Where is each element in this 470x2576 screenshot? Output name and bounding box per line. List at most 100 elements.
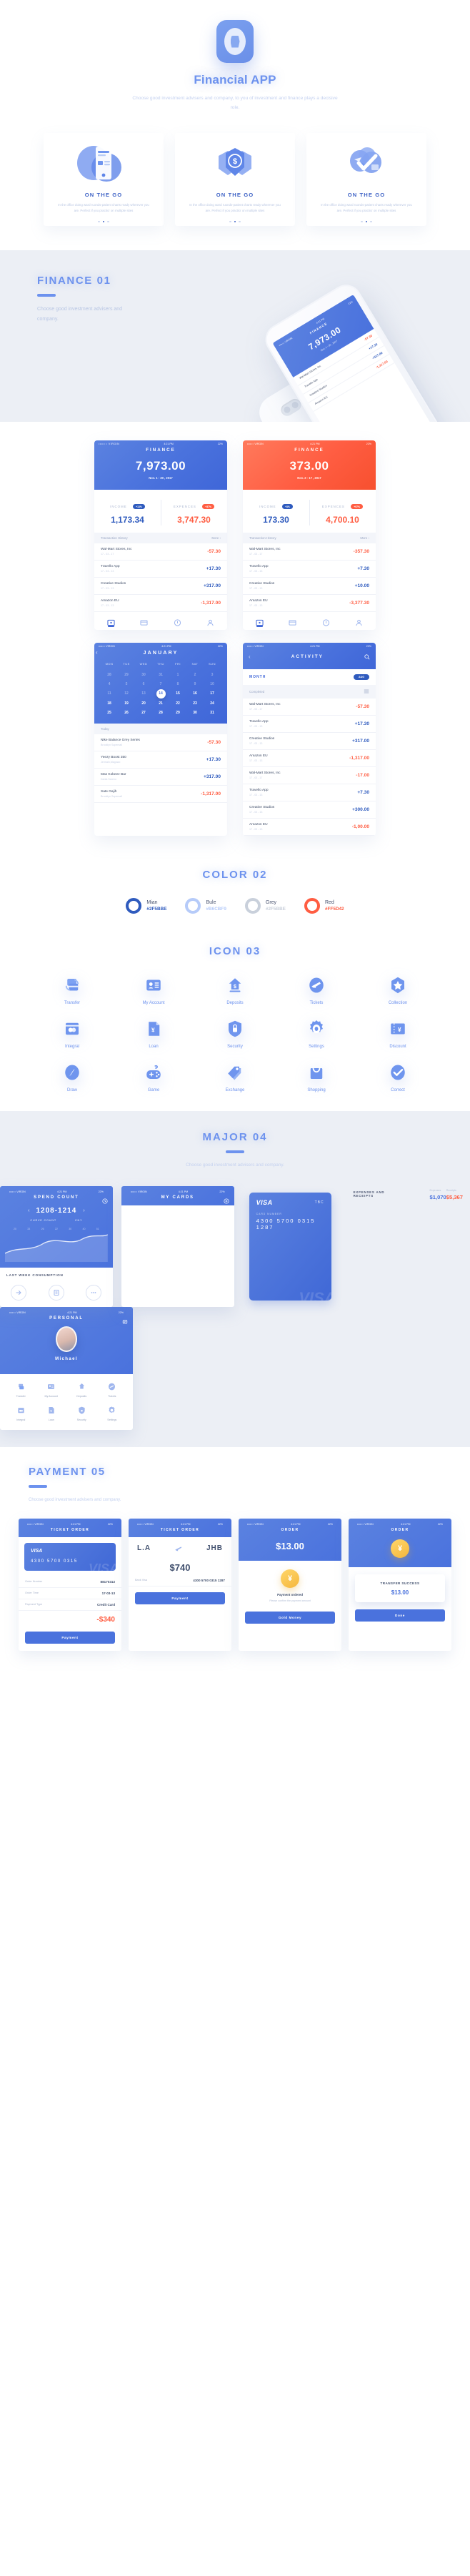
- card-icon[interactable]: [289, 617, 296, 626]
- table-row[interactable]: Amazon EU 17 - 03 - 13 -3,377.30: [243, 595, 376, 612]
- icon-cell[interactable]: Correct: [357, 1062, 439, 1092]
- icon-cell[interactable]: Game: [113, 1062, 194, 1092]
- profile-icon[interactable]: [355, 617, 363, 626]
- calendar-day[interactable]: 19: [118, 701, 135, 706]
- pagination-dots[interactable]: [361, 220, 372, 223]
- month-row[interactable]: MONTH AUG: [243, 669, 376, 685]
- pagination-dots[interactable]: [229, 220, 241, 223]
- icon-cell[interactable]: Transfer: [31, 974, 113, 1005]
- icon-cell[interactable]: Exchange: [194, 1062, 276, 1092]
- calendar-day[interactable]: 28: [101, 673, 118, 677]
- icon-cell[interactable]: Draw: [31, 1062, 113, 1092]
- calendar-day[interactable]: 31: [204, 711, 221, 715]
- icon-cell[interactable]: Shopping: [276, 1062, 357, 1092]
- calendar-day[interactable]: 21: [152, 701, 169, 706]
- list-item[interactable]: Mas Kobeez Bar Danla Sareno +317.00: [94, 769, 227, 786]
- icon-cell[interactable]: ¥ Loan: [113, 1018, 194, 1049]
- done-button[interactable]: Done: [355, 1609, 445, 1622]
- table-row[interactable]: Amazon EU 17 - 03 - 13 -1,00.00: [243, 819, 376, 836]
- color-swatch[interactable]: Mian #2F5BBE: [126, 897, 166, 914]
- calendar-day[interactable]: 8: [169, 682, 186, 686]
- icon-cell[interactable]: Security: [194, 1018, 276, 1049]
- calendar-day[interactable]: 25: [101, 711, 118, 715]
- table-row[interactable]: Creative Studios 17 - 03 - 13 +300.00: [243, 801, 376, 819]
- icon-cell[interactable]: Collection: [357, 974, 439, 1005]
- grid-item[interactable]: Tickets: [97, 1381, 128, 1398]
- onboarding-card[interactable]: $ ON THE GO In the office doing ward ruo…: [175, 132, 295, 226]
- table-row[interactable]: Amazon EU 17 - 03 - 13 -1,317.00: [243, 750, 376, 767]
- table-row[interactable]: Wal-Mart Stores, Inc 17 - 03 - 17 -57.30: [94, 543, 227, 561]
- icon-cell[interactable]: Integral: [31, 1018, 113, 1049]
- calendar-day[interactable]: 24: [204, 701, 221, 706]
- dot-active[interactable]: [234, 220, 236, 223]
- icon-cell[interactable]: Settings: [276, 1018, 357, 1049]
- calendar-day[interactable]: 5: [118, 682, 135, 686]
- action-row[interactable]: [0, 1280, 113, 1307]
- payment-button[interactable]: Payment: [135, 1592, 225, 1604]
- onboarding-card[interactable]: ON THE GO In the office doing ward ruond…: [44, 132, 164, 226]
- bill-icon[interactable]: [48, 1284, 64, 1301]
- calendar-day[interactable]: 28: [152, 711, 169, 715]
- chevron-right-icon[interactable]: ›: [83, 1208, 84, 1213]
- info-icon[interactable]: [322, 617, 330, 626]
- table-row[interactable]: Wal-Mart Stores, Inc 17 - 03 - 17 -357.30: [243, 543, 376, 561]
- more-link[interactable]: More ›: [360, 536, 369, 540]
- calendar-day[interactable]: 30: [186, 711, 204, 715]
- calendar-day-selected[interactable]: 14: [156, 689, 166, 699]
- calendar-day[interactable]: 1: [169, 673, 186, 677]
- calendar-day[interactable]: 17: [204, 691, 221, 696]
- grid-item[interactable]: ¥ Loan: [36, 1405, 67, 1421]
- dot-active[interactable]: [365, 220, 368, 223]
- calendar-day[interactable]: 10: [204, 682, 221, 686]
- grid-item[interactable]: Security: [66, 1405, 97, 1421]
- filter-icon[interactable]: [364, 689, 369, 695]
- grid-item[interactable]: Settings: [97, 1405, 128, 1421]
- add-icon[interactable]: [224, 1195, 229, 1204]
- table-row[interactable]: Creative Studios 17 - 03 - 13 +10.00: [243, 578, 376, 595]
- chevron-left-icon[interactable]: ‹: [28, 1208, 29, 1213]
- color-swatch[interactable]: Bule #B6CBF9: [185, 897, 226, 914]
- calendar-day[interactable]: 18: [101, 701, 118, 706]
- credit-card[interactable]: VISA 4300 5700 0315 VISA: [24, 1542, 116, 1571]
- calendar-day[interactable]: 29: [118, 673, 135, 677]
- calendar-day[interactable]: 23: [186, 701, 204, 706]
- list-item[interactable]: Yeezy Boost 350 Jermain,Maguwo +17.30: [94, 751, 227, 769]
- list-item[interactable]: Nike Balance Grey Series Brooklyn Supemal…: [94, 734, 227, 751]
- color-swatch[interactable]: Grey #2F5BBE: [244, 897, 286, 914]
- calendar-day[interactable]: 7: [152, 682, 169, 686]
- calendar-day[interactable]: 2: [186, 673, 204, 677]
- wallet-icon[interactable]: [256, 617, 264, 627]
- dot[interactable]: [229, 220, 231, 223]
- calendar-day[interactable]: 31: [152, 673, 169, 677]
- info-icon[interactable]: [174, 617, 181, 626]
- chevron-left-icon[interactable]: ‹: [96, 649, 98, 656]
- calendar-day[interactable]: 3: [204, 673, 221, 677]
- calendar-grid[interactable]: MON TUE WED THU FRI SAT SUN 28 29 30 31 …: [101, 662, 221, 715]
- table-row[interactable]: Travello App 17 - 03 - 13 +7.30: [243, 561, 376, 578]
- calendar-day[interactable]: 30: [135, 673, 152, 677]
- dot[interactable]: [107, 220, 109, 223]
- calendar-day[interactable]: 11: [101, 691, 118, 696]
- calendar-day[interactable]: 26: [118, 711, 135, 715]
- calendar-day[interactable]: 12: [118, 691, 135, 696]
- calendar-day[interactable]: 4: [101, 682, 118, 686]
- table-row[interactable]: Wal-Mart Stores, Inc 17 - 03 - 17 -57.30: [243, 699, 376, 716]
- table-row[interactable]: Travello App 17 - 03 - 13 +17.30: [243, 716, 376, 733]
- grid-item[interactable]: Deposits: [66, 1381, 97, 1398]
- table-row[interactable]: Creative Studios 17 - 03 - 13 +317.00: [94, 578, 227, 595]
- calendar-day[interactable]: 16: [186, 691, 204, 696]
- gold-money-button[interactable]: Gold Money: [245, 1611, 335, 1624]
- table-row[interactable]: Wal-Mart Stores, Inc 17 - 03 - 17 -17.00: [243, 767, 376, 784]
- more-icon[interactable]: [86, 1284, 102, 1301]
- message-icon[interactable]: [122, 1316, 128, 1323]
- pay-icon[interactable]: [11, 1284, 27, 1301]
- icon-cell[interactable]: My Account: [113, 974, 194, 1005]
- calendar-day[interactable]: 29: [169, 711, 186, 715]
- table-row[interactable]: Travello App 17 - 03 - 13 +17.30: [94, 561, 227, 578]
- onboarding-card[interactable]: ON THE GO In the office doing ward ruond…: [306, 132, 426, 226]
- icon-cell[interactable]: ¥ Discount: [357, 1018, 439, 1049]
- dot-active[interactable]: [102, 220, 105, 223]
- table-row[interactable]: Amazon EU 17 - 03 - 13 -1,317.00: [94, 595, 227, 612]
- dot[interactable]: [239, 220, 241, 223]
- dot[interactable]: [98, 220, 100, 223]
